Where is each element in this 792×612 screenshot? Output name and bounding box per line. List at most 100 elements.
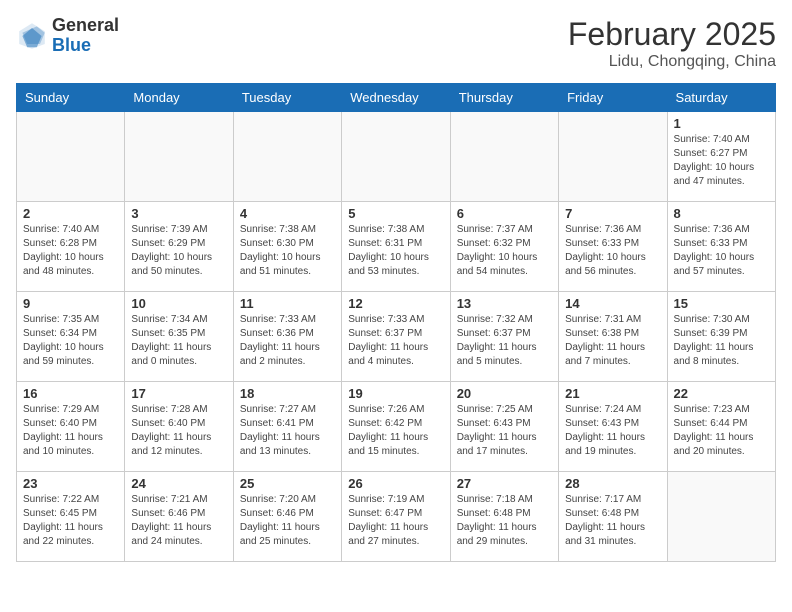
title-block: February 2025 Lidu, Chongqing, China <box>568 16 776 71</box>
day-number: 3 <box>131 206 226 221</box>
day-number: 23 <box>23 476 118 491</box>
day-number: 20 <box>457 386 552 401</box>
day-info: Sunrise: 7:21 AM Sunset: 6:46 PM Dayligh… <box>131 493 226 549</box>
day-number: 5 <box>348 206 443 221</box>
day-number: 26 <box>348 476 443 491</box>
day-number: 17 <box>131 386 226 401</box>
day-info: Sunrise: 7:33 AM Sunset: 6:36 PM Dayligh… <box>240 313 335 369</box>
day-number: 18 <box>240 386 335 401</box>
day-number: 21 <box>565 386 660 401</box>
day-info: Sunrise: 7:24 AM Sunset: 6:43 PM Dayligh… <box>565 403 660 459</box>
day-number: 2 <box>23 206 118 221</box>
day-number: 25 <box>240 476 335 491</box>
day-info: Sunrise: 7:18 AM Sunset: 6:48 PM Dayligh… <box>457 493 552 549</box>
day-number: 10 <box>131 296 226 311</box>
calendar-cell <box>559 112 667 202</box>
day-info: Sunrise: 7:39 AM Sunset: 6:29 PM Dayligh… <box>131 223 226 279</box>
day-number: 27 <box>457 476 552 491</box>
logo-text: General Blue <box>52 16 119 56</box>
day-info: Sunrise: 7:31 AM Sunset: 6:38 PM Dayligh… <box>565 313 660 369</box>
calendar-cell: 24 Sunrise: 7:21 AM Sunset: 6:46 PM Dayli… <box>125 472 233 562</box>
day-info: Sunrise: 7:19 AM Sunset: 6:47 PM Dayligh… <box>348 493 443 549</box>
calendar-cell <box>233 112 341 202</box>
day-number: 7 <box>565 206 660 221</box>
day-info: Sunrise: 7:36 AM Sunset: 6:33 PM Dayligh… <box>674 223 769 279</box>
calendar-cell: 20 Sunrise: 7:25 AM Sunset: 6:43 PM Dayli… <box>450 382 558 472</box>
day-info: Sunrise: 7:38 AM Sunset: 6:31 PM Dayligh… <box>348 223 443 279</box>
weekday-header-friday: Friday <box>559 84 667 112</box>
day-number: 1 <box>674 116 769 131</box>
weekday-header-thursday: Thursday <box>450 84 558 112</box>
weekday-header-saturday: Saturday <box>667 84 775 112</box>
page-header: General Blue February 2025 Lidu, Chongqi… <box>16 16 776 71</box>
calendar-table: SundayMondayTuesdayWednesdayThursdayFrid… <box>16 83 776 562</box>
calendar-cell: 3 Sunrise: 7:39 AM Sunset: 6:29 PM Daylig… <box>125 202 233 292</box>
calendar-cell <box>342 112 450 202</box>
calendar-cell: 2 Sunrise: 7:40 AM Sunset: 6:28 PM Daylig… <box>17 202 125 292</box>
day-number: 13 <box>457 296 552 311</box>
day-number: 16 <box>23 386 118 401</box>
calendar-cell: 23 Sunrise: 7:22 AM Sunset: 6:45 PM Dayli… <box>17 472 125 562</box>
day-info: Sunrise: 7:26 AM Sunset: 6:42 PM Dayligh… <box>348 403 443 459</box>
calendar-cell: 12 Sunrise: 7:33 AM Sunset: 6:37 PM Dayli… <box>342 292 450 382</box>
calendar-cell: 11 Sunrise: 7:33 AM Sunset: 6:36 PM Dayli… <box>233 292 341 382</box>
calendar-cell <box>17 112 125 202</box>
calendar-cell: 1Sunrise: 7:40 AM Sunset: 6:27 PM Daylig… <box>667 112 775 202</box>
calendar-cell: 10 Sunrise: 7:34 AM Sunset: 6:35 PM Dayli… <box>125 292 233 382</box>
calendar-cell: 16 Sunrise: 7:29 AM Sunset: 6:40 PM Dayli… <box>17 382 125 472</box>
day-info: Sunrise: 7:37 AM Sunset: 6:32 PM Dayligh… <box>457 223 552 279</box>
calendar-cell <box>667 472 775 562</box>
calendar-cell: 21 Sunrise: 7:24 AM Sunset: 6:43 PM Dayli… <box>559 382 667 472</box>
calendar-week-row: 23 Sunrise: 7:22 AM Sunset: 6:45 PM Dayli… <box>17 472 776 562</box>
calendar-title: February 2025 <box>568 16 776 53</box>
day-info: Sunrise: 7:28 AM Sunset: 6:40 PM Dayligh… <box>131 403 226 459</box>
day-number: 28 <box>565 476 660 491</box>
weekday-header-row: SundayMondayTuesdayWednesdayThursdayFrid… <box>17 84 776 112</box>
calendar-cell: 27 Sunrise: 7:18 AM Sunset: 6:48 PM Dayli… <box>450 472 558 562</box>
calendar-week-row: 2 Sunrise: 7:40 AM Sunset: 6:28 PM Daylig… <box>17 202 776 292</box>
calendar-cell: 18 Sunrise: 7:27 AM Sunset: 6:41 PM Dayli… <box>233 382 341 472</box>
day-info: Sunrise: 7:17 AM Sunset: 6:48 PM Dayligh… <box>565 493 660 549</box>
calendar-cell: 9Sunrise: 7:35 AM Sunset: 6:34 PM Daylig… <box>17 292 125 382</box>
day-info: Sunrise: 7:22 AM Sunset: 6:45 PM Dayligh… <box>23 493 118 549</box>
calendar-cell: 26 Sunrise: 7:19 AM Sunset: 6:47 PM Dayli… <box>342 472 450 562</box>
calendar-cell: 19Sunrise: 7:26 AM Sunset: 6:42 PM Dayli… <box>342 382 450 472</box>
calendar-cell: 17 Sunrise: 7:28 AM Sunset: 6:40 PM Dayli… <box>125 382 233 472</box>
weekday-header-sunday: Sunday <box>17 84 125 112</box>
day-number: 24 <box>131 476 226 491</box>
weekday-header-tuesday: Tuesday <box>233 84 341 112</box>
day-number: 8 <box>674 206 769 221</box>
day-info: Sunrise: 7:33 AM Sunset: 6:37 PM Dayligh… <box>348 313 443 369</box>
day-number: 15 <box>674 296 769 311</box>
calendar-cell <box>450 112 558 202</box>
calendar-cell: 6Sunrise: 7:37 AM Sunset: 6:32 PM Daylig… <box>450 202 558 292</box>
day-info: Sunrise: 7:27 AM Sunset: 6:41 PM Dayligh… <box>240 403 335 459</box>
day-info: Sunrise: 7:34 AM Sunset: 6:35 PM Dayligh… <box>131 313 226 369</box>
weekday-header-monday: Monday <box>125 84 233 112</box>
calendar-cell: 4 Sunrise: 7:38 AM Sunset: 6:30 PM Daylig… <box>233 202 341 292</box>
day-number: 11 <box>240 296 335 311</box>
calendar-cell: 25 Sunrise: 7:20 AM Sunset: 6:46 PM Dayli… <box>233 472 341 562</box>
calendar-cell: 7 Sunrise: 7:36 AM Sunset: 6:33 PM Daylig… <box>559 202 667 292</box>
day-info: Sunrise: 7:20 AM Sunset: 6:46 PM Dayligh… <box>240 493 335 549</box>
day-info: Sunrise: 7:38 AM Sunset: 6:30 PM Dayligh… <box>240 223 335 279</box>
day-number: 4 <box>240 206 335 221</box>
logo-general: General <box>52 15 119 35</box>
calendar-cell: 15Sunrise: 7:30 AM Sunset: 6:39 PM Dayli… <box>667 292 775 382</box>
calendar-week-row: 1Sunrise: 7:40 AM Sunset: 6:27 PM Daylig… <box>17 112 776 202</box>
day-info: Sunrise: 7:36 AM Sunset: 6:33 PM Dayligh… <box>565 223 660 279</box>
day-number: 22 <box>674 386 769 401</box>
calendar-cell: 28 Sunrise: 7:17 AM Sunset: 6:48 PM Dayli… <box>559 472 667 562</box>
day-info: Sunrise: 7:29 AM Sunset: 6:40 PM Dayligh… <box>23 403 118 459</box>
day-info: Sunrise: 7:25 AM Sunset: 6:43 PM Dayligh… <box>457 403 552 459</box>
logo: General Blue <box>16 16 119 56</box>
calendar-cell: 14 Sunrise: 7:31 AM Sunset: 6:38 PM Dayli… <box>559 292 667 382</box>
day-info: Sunrise: 7:40 AM Sunset: 6:28 PM Dayligh… <box>23 223 118 279</box>
calendar-week-row: 9Sunrise: 7:35 AM Sunset: 6:34 PM Daylig… <box>17 292 776 382</box>
logo-blue: Blue <box>52 35 91 55</box>
day-number: 12 <box>348 296 443 311</box>
weekday-header-wednesday: Wednesday <box>342 84 450 112</box>
day-number: 14 <box>565 296 660 311</box>
calendar-cell: 8 Sunrise: 7:36 AM Sunset: 6:33 PM Daylig… <box>667 202 775 292</box>
day-number: 9 <box>23 296 118 311</box>
